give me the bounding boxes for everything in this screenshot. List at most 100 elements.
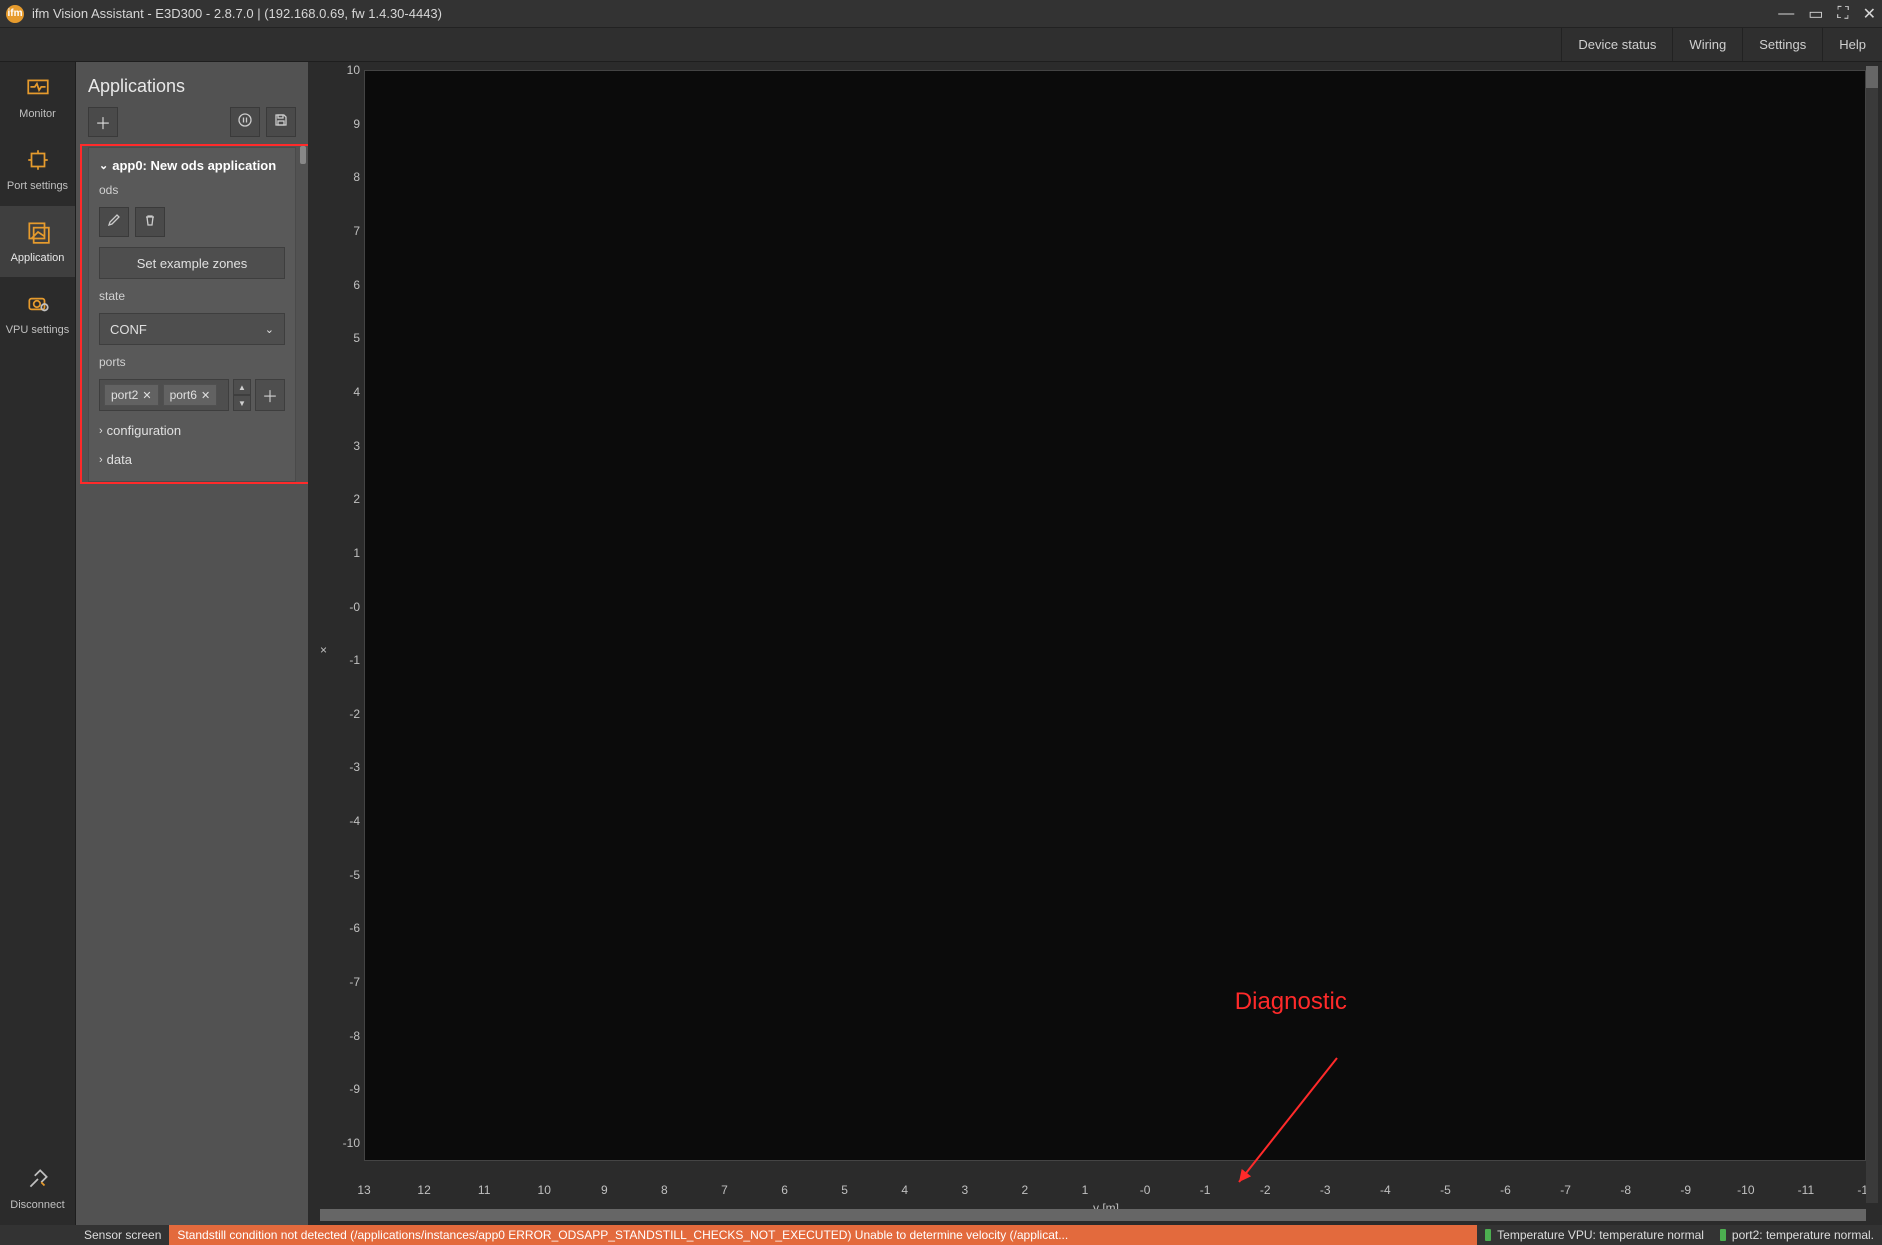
menu-wiring[interactable]: Wiring <box>1672 28 1742 61</box>
y-tick: 6 <box>332 278 360 292</box>
y-tick: -3 <box>332 760 360 774</box>
x-tick: -4 <box>1380 1183 1391 1197</box>
titlebar: ifm ifm Vision Assistant - E3D300 - 2.8.… <box>0 0 1882 28</box>
y-tick: 2 <box>332 492 360 506</box>
monitor-icon <box>25 75 51 104</box>
vertical-scrollbar[interactable] <box>1866 66 1878 1203</box>
y-tick: 7 <box>332 224 360 238</box>
menu-device-status[interactable]: Device status <box>1561 28 1672 61</box>
pause-icon <box>238 113 252 132</box>
chevron-down-icon: ⌄ <box>265 323 274 336</box>
nav-port-settings-label: Port settings <box>7 180 68 192</box>
y-tick: -8 <box>332 1029 360 1043</box>
nav-monitor-label: Monitor <box>19 108 56 120</box>
y-tick: -6 <box>332 921 360 935</box>
plot-canvas[interactable] <box>364 70 1866 1161</box>
menu-settings[interactable]: Settings <box>1742 28 1822 61</box>
panel-scrollbar-thumb[interactable] <box>300 146 306 164</box>
configuration-toggle[interactable]: › configuration <box>99 421 285 440</box>
app0-type-label: ods <box>99 183 285 197</box>
vpu-settings-icon <box>25 291 51 320</box>
y-tick: 5 <box>332 331 360 345</box>
app0-title: app0: New ods application <box>112 158 276 173</box>
state-label: state <box>99 289 285 303</box>
app0-header[interactable]: ⌄ app0: New ods application <box>99 158 285 173</box>
y-tick: 10 <box>332 63 360 77</box>
set-example-zones-button[interactable]: Set example zones <box>99 247 285 279</box>
disconnect-icon <box>25 1166 51 1195</box>
remove-port6[interactable]: ✕ <box>201 389 210 402</box>
status-temp-vpu: Temperature VPU: temperature normal <box>1477 1225 1712 1245</box>
x-tick: -7 <box>1560 1183 1571 1197</box>
x-tick: 5 <box>841 1183 848 1197</box>
plus-icon: ＋ <box>262 383 278 407</box>
axis-cross-marker: × <box>320 643 327 657</box>
port-settings-icon <box>25 147 51 176</box>
nav-rail: Monitor Port settings Application VPU se… <box>0 62 76 1225</box>
chevron-right-icon: › <box>99 454 103 466</box>
y-tick: -10 <box>332 1136 360 1150</box>
x-tick: 6 <box>781 1183 788 1197</box>
trash-icon <box>143 213 157 232</box>
close-button[interactable]: ✕ <box>1863 4 1876 24</box>
nav-monitor[interactable]: Monitor <box>0 62 75 134</box>
x-tick: 4 <box>901 1183 908 1197</box>
y-tick: -5 <box>332 868 360 882</box>
x-tick: -6 <box>1500 1183 1511 1197</box>
status-sensor-screen[interactable]: Sensor screen <box>76 1225 169 1245</box>
edit-app-button[interactable] <box>99 207 129 237</box>
save-button[interactable] <box>266 107 296 137</box>
x-tick: -10 <box>1737 1183 1754 1197</box>
applications-panel: Applications ＋ ⌄ app0: New ods applicati… <box>76 62 308 1225</box>
pencil-icon <box>107 213 121 232</box>
status-bar: Sensor screen Standstill condition not d… <box>0 1225 1882 1245</box>
menu-help[interactable]: Help <box>1822 28 1882 61</box>
pause-button[interactable] <box>230 107 260 137</box>
y-tick: -9 <box>332 1082 360 1096</box>
nav-port-settings[interactable]: Port settings <box>0 134 75 206</box>
y-tick: -4 <box>332 814 360 828</box>
nav-disconnect[interactable]: Disconnect <box>0 1153 75 1225</box>
y-tick: -7 <box>332 975 360 989</box>
y-tick: 4 <box>332 385 360 399</box>
x-tick: 3 <box>961 1183 968 1197</box>
state-select[interactable]: CONF ⌄ <box>99 313 285 345</box>
x-tick: 9 <box>601 1183 608 1197</box>
data-toggle[interactable]: › data <box>99 450 285 469</box>
x-tick: -2 <box>1260 1183 1271 1197</box>
x-tick: 7 <box>721 1183 728 1197</box>
add-application-button[interactable]: ＋ <box>88 107 118 137</box>
nav-application-label: Application <box>11 252 65 264</box>
x-tick: 11 <box>478 1183 490 1197</box>
remove-port2[interactable]: ✕ <box>142 389 151 402</box>
x-tick: -3 <box>1320 1183 1331 1197</box>
minimize-button[interactable]: — <box>1778 5 1794 23</box>
nav-vpu-settings[interactable]: VPU settings <box>0 278 75 350</box>
delete-app-button[interactable] <box>135 207 165 237</box>
save-icon <box>274 113 288 132</box>
nav-application[interactable]: Application <box>0 206 75 278</box>
application-icon <box>25 219 51 248</box>
fullscreen-button[interactable]: ⛶ <box>1837 5 1848 23</box>
x-tick: 2 <box>1022 1183 1029 1197</box>
ports-spin-down[interactable]: ▼ <box>233 395 251 411</box>
ports-label: ports <box>99 355 285 369</box>
state-value: CONF <box>110 322 147 337</box>
panel-title: Applications <box>88 76 296 97</box>
x-tick: 13 <box>357 1183 370 1197</box>
y-tick: 9 <box>332 117 360 131</box>
horizontal-scrollbar[interactable] <box>320 1209 1866 1221</box>
y-tick: -0 <box>332 600 360 614</box>
x-tick: -0 <box>1140 1183 1151 1197</box>
add-port-button[interactable]: ＋ <box>255 379 285 411</box>
ports-chip-input[interactable]: port2 ✕ port6 ✕ <box>99 379 229 411</box>
menubar: Device status Wiring Settings Help <box>0 28 1882 62</box>
y-tick: 8 <box>332 170 360 184</box>
x-tick: -8 <box>1620 1183 1631 1197</box>
chevron-right-icon: › <box>99 425 103 437</box>
ports-spin-up[interactable]: ▲ <box>233 379 251 395</box>
y-tick: 1 <box>332 546 360 560</box>
status-error[interactable]: Standstill condition not detected (/appl… <box>169 1225 1477 1245</box>
chevron-down-icon: ⌄ <box>99 159 108 172</box>
maximize-button[interactable]: ▭ <box>1808 4 1823 24</box>
